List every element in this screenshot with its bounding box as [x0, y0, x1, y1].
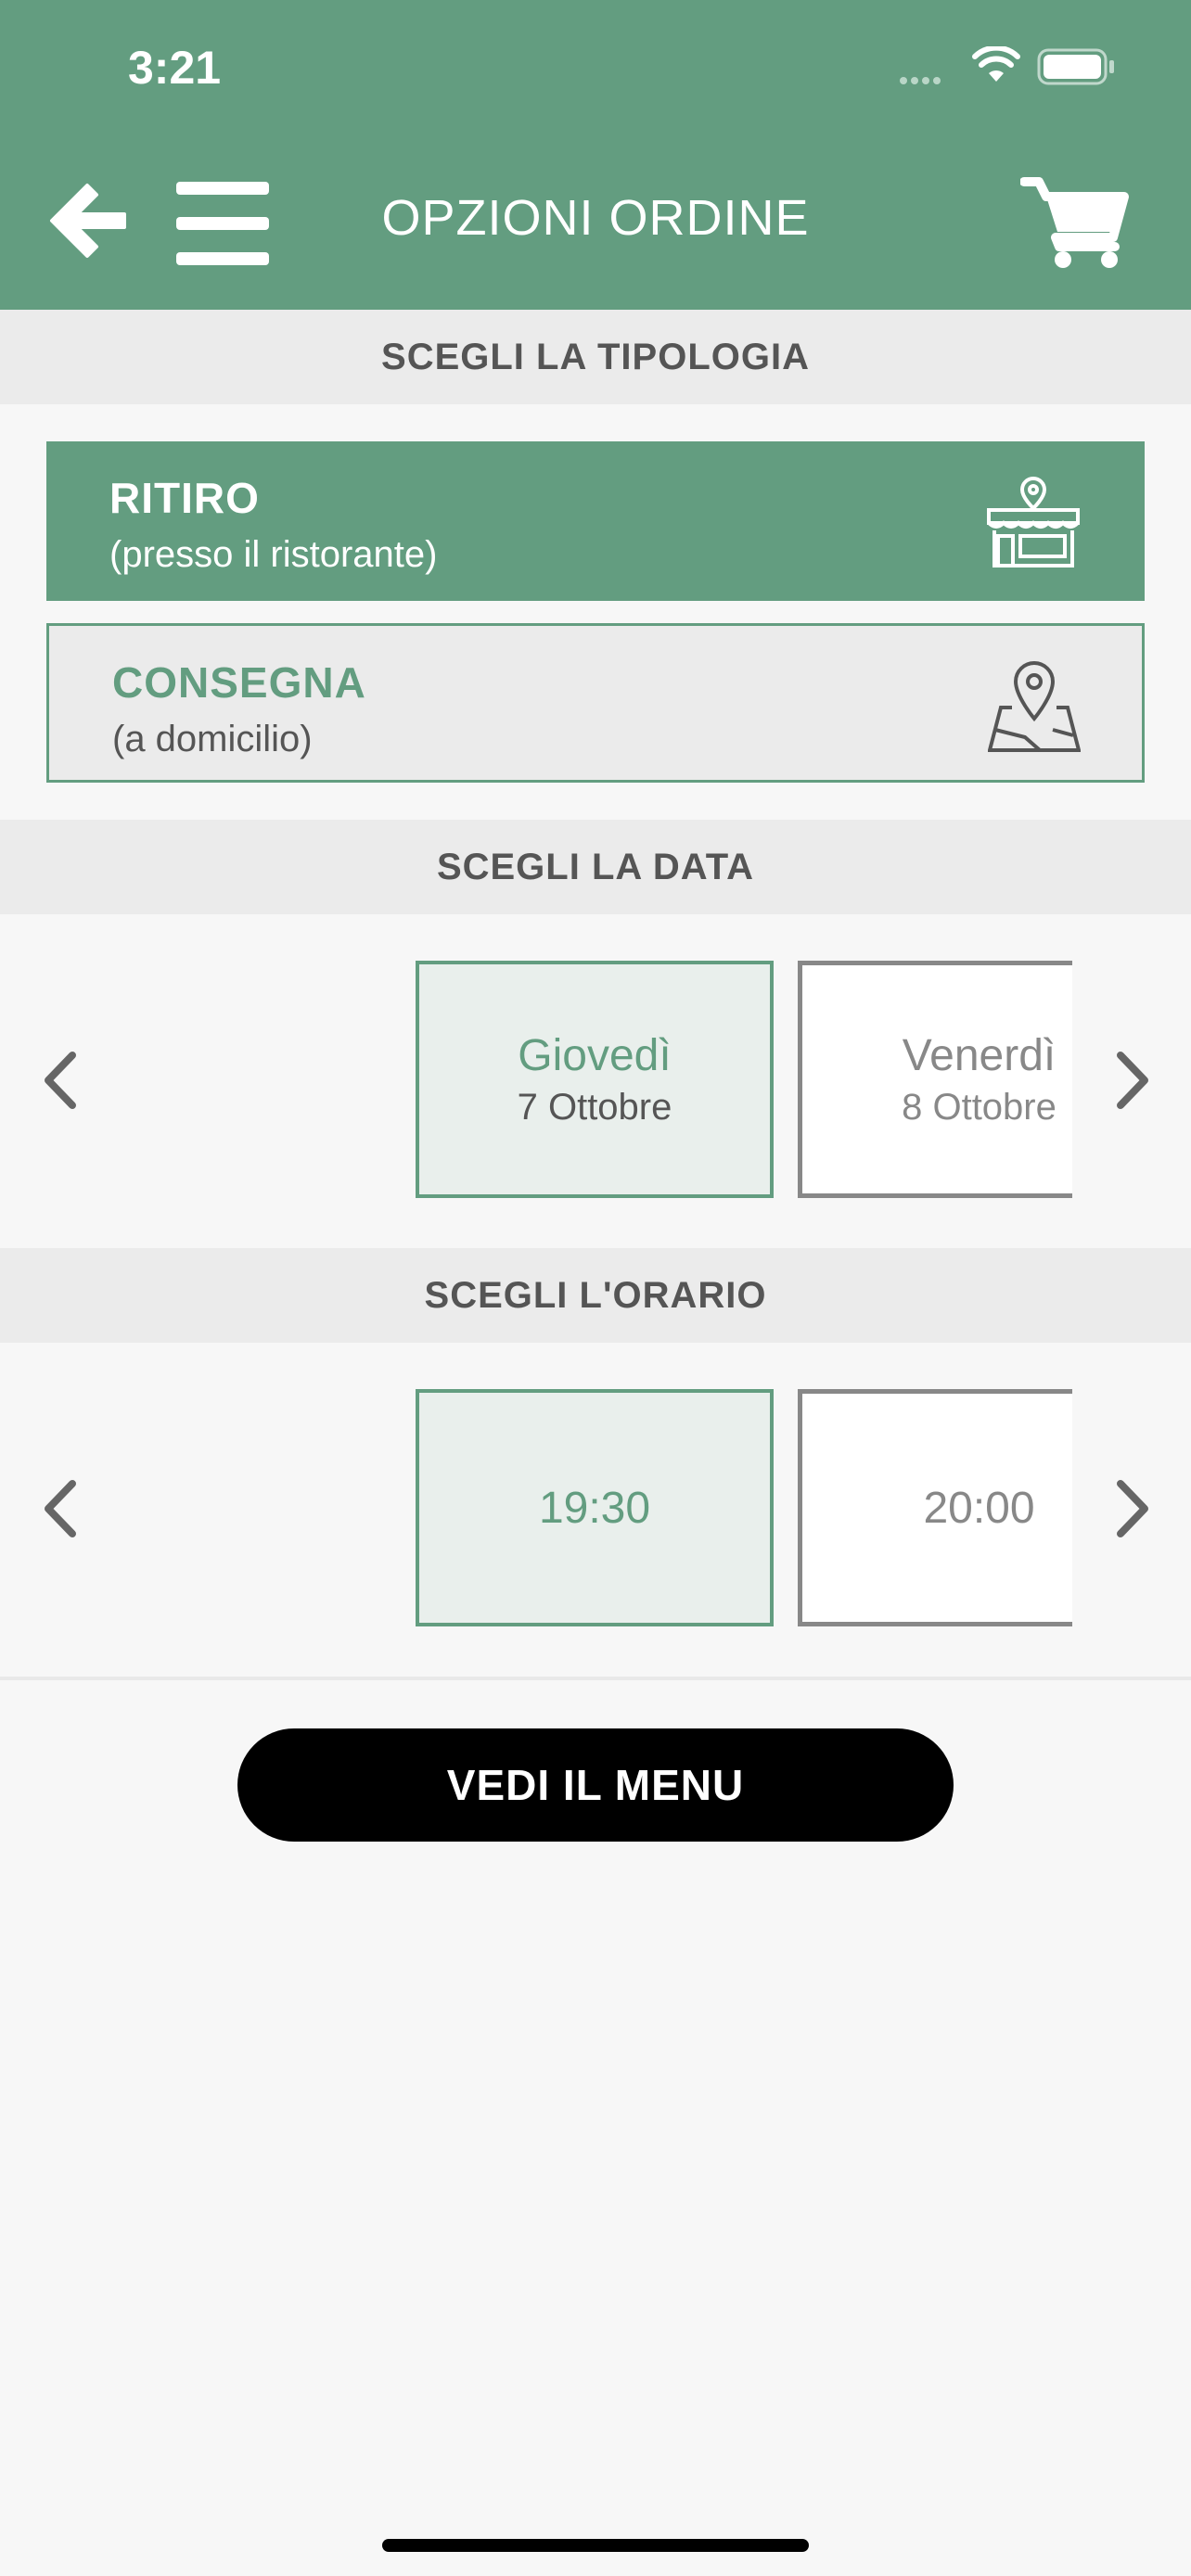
- date-next-chevron-icon[interactable]: [1109, 1048, 1156, 1117]
- time-option[interactable]: 20:00: [798, 1389, 1072, 1626]
- shop-location-icon: [983, 475, 1083, 576]
- divider: [0, 1677, 1191, 1680]
- time-value: 19:30: [538, 1483, 651, 1533]
- view-menu-button[interactable]: VEDI IL MENU: [237, 1728, 954, 1842]
- time-next-chevron-icon[interactable]: [1109, 1476, 1156, 1546]
- time-prev-chevron-icon[interactable]: [37, 1476, 83, 1546]
- date-carousel: Giovedì 7 Ottobre Venerdì 8 Ottobre: [414, 961, 1072, 1202]
- section-heading-date: SCEGLI LA DATA: [0, 820, 1191, 914]
- date-day: Venerdì: [902, 1031, 1057, 1080]
- cellular-signal-icon: [900, 72, 944, 89]
- wifi-icon: [972, 45, 1020, 88]
- battery-icon: [1037, 48, 1117, 90]
- page-title: OPZIONI ORDINE: [381, 190, 810, 246]
- date-date: 7 Ottobre: [517, 1087, 672, 1128]
- date-option[interactable]: Venerdì 8 Ottobre: [798, 961, 1072, 1198]
- map-pin-icon: [987, 659, 1082, 760]
- home-indicator[interactable]: [382, 2539, 809, 2552]
- option-subtitle: (a domicilio): [112, 719, 313, 759]
- order-type-pickup[interactable]: RITIRO (presso il ristorante): [46, 441, 1145, 601]
- status-time: 3:21: [128, 42, 222, 94]
- date-day: Giovedì: [518, 1031, 672, 1080]
- order-type-delivery[interactable]: CONSEGNA (a domicilio): [46, 623, 1145, 783]
- time-carousel: 19:30 20:00: [414, 1389, 1072, 1630]
- option-subtitle: (presso il ristorante): [109, 534, 438, 575]
- section-heading-time: SCEGLI L'ORARIO: [0, 1248, 1191, 1343]
- cart-icon[interactable]: [1019, 176, 1130, 274]
- time-option-selected[interactable]: 19:30: [416, 1389, 774, 1626]
- date-date: 8 Ottobre: [902, 1087, 1057, 1128]
- time-value: 20:00: [923, 1483, 1035, 1533]
- option-title: RITIRO: [109, 474, 260, 522]
- date-prev-chevron-icon[interactable]: [37, 1048, 83, 1117]
- option-title: CONSEGNA: [112, 658, 366, 707]
- date-option-selected[interactable]: Giovedì 7 Ottobre: [416, 961, 774, 1198]
- section-heading-type: SCEGLI LA TIPOLOGIA: [0, 310, 1191, 404]
- app-header: 3:21 OPZIONI ORDINE: [0, 0, 1191, 310]
